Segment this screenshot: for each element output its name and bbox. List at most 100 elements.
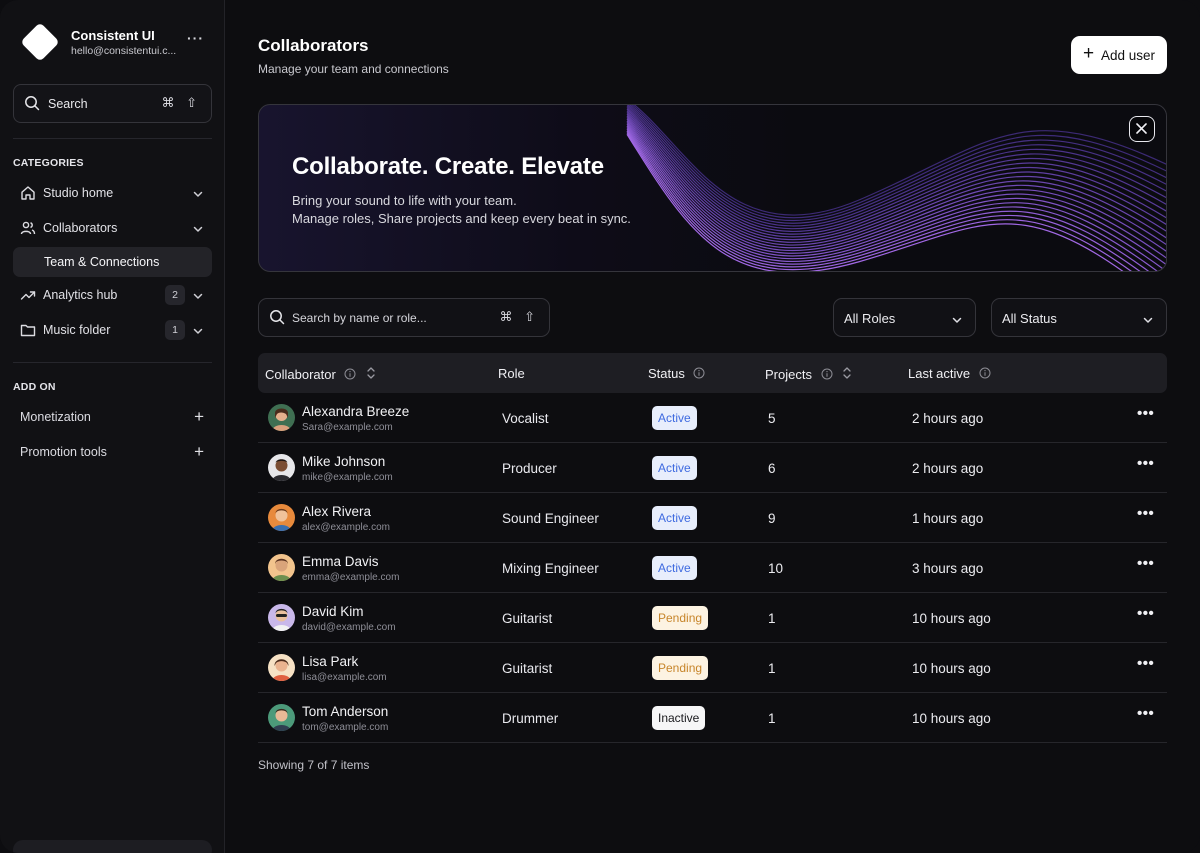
collaborator-name: Tom Anderson (302, 704, 389, 719)
page-subtitle: Manage your team and connections (258, 62, 449, 76)
sort-icon[interactable] (365, 366, 377, 383)
sidebar-item-studio-home[interactable]: Studio home (13, 178, 212, 208)
sidebar-item-collaborators[interactable]: Collaborators (13, 213, 212, 243)
collaborator-name: David Kim (302, 604, 364, 619)
sidebar-search[interactable]: Search ⌘ ⇧ (13, 84, 212, 123)
column-header-status[interactable]: Status (648, 366, 705, 382)
sidebar-item-label: Collaborators (43, 221, 118, 235)
logo-icon (20, 22, 60, 62)
more-horizontal-icon[interactable]: ••• (1137, 505, 1154, 522)
table-row[interactable]: Alexandra Breeze Sara@example.com Vocali… (258, 393, 1167, 443)
addon-item-monetization[interactable]: Monetization + (13, 402, 212, 432)
addon-label: ADD ON (13, 381, 56, 393)
search-icon (24, 95, 40, 116)
last-active: 10 hours ago (912, 711, 991, 726)
search-icon (269, 309, 285, 330)
addon-item-label: Promotion tools (20, 445, 107, 459)
table-row[interactable]: David Kim david@example.com Guitarist Pe… (258, 593, 1167, 643)
sidebar-search-label: Search (48, 97, 88, 111)
project-count: 1 (768, 661, 776, 676)
project-count: 5 (768, 411, 776, 426)
table-row[interactable]: Mike Johnson mike@example.com Producer A… (258, 443, 1167, 493)
column-header-collaborator[interactable]: Collaborator (265, 366, 377, 383)
close-icon[interactable] (1129, 116, 1155, 142)
info-icon (693, 367, 705, 382)
project-count: 10 (768, 561, 784, 576)
chevron-down-icon (192, 222, 204, 240)
info-icon (344, 368, 356, 383)
plus-icon: + (1083, 43, 1095, 64)
more-horizontal-icon[interactable]: ••• (1137, 555, 1154, 572)
collaborator-role: Mixing Engineer (502, 561, 599, 576)
table-row[interactable]: Tom Anderson tom@example.com Drummer Ina… (258, 693, 1167, 743)
info-icon (979, 367, 991, 382)
column-header-label: Status (648, 366, 685, 381)
more-horizontal-icon[interactable]: ··· (187, 30, 204, 46)
main-content: Collaborators Manage your team and conne… (226, 0, 1200, 853)
project-count: 1 (768, 711, 776, 726)
last-active: 3 hours ago (912, 561, 984, 576)
project-count: 6 (768, 461, 776, 476)
chevron-down-icon (192, 187, 204, 205)
sidebar-item-analytics-hub[interactable]: Analytics hub 2 (13, 280, 212, 310)
add-user-label: Add user (1101, 48, 1156, 63)
sidebar-item-label: Team & Connections (44, 255, 160, 269)
folder-icon (20, 322, 36, 343)
status-select[interactable]: All Status (991, 298, 1167, 337)
collaborator-email: tom@example.com (302, 722, 389, 733)
avatar (268, 654, 295, 681)
more-horizontal-icon[interactable]: ••• (1137, 605, 1154, 622)
pagination-summary: Showing 7 of 7 items (258, 758, 370, 772)
table-row[interactable]: Alex Rivera alex@example.com Sound Engin… (258, 493, 1167, 543)
sort-icon[interactable] (841, 366, 853, 383)
count-badge: 1 (165, 320, 185, 340)
waves-decoration (626, 105, 1166, 271)
app-window: Consistent UI hello@consistentui.c... ··… (0, 0, 1200, 853)
chevron-down-icon (951, 313, 963, 331)
roles-select[interactable]: All Roles (833, 298, 976, 337)
roles-select-value: All Roles (844, 311, 896, 326)
more-horizontal-icon[interactable]: ••• (1137, 455, 1154, 472)
users-icon (20, 220, 36, 241)
column-header-last-active[interactable]: Last active (908, 366, 991, 382)
table-search-input[interactable]: Search by name or role... ⌘ ⇧ (258, 298, 550, 337)
chevron-down-icon (1142, 313, 1154, 331)
status-badge: Inactive (652, 706, 706, 730)
collaborator-name: Mike Johnson (302, 454, 386, 469)
table-row[interactable]: Lisa Park lisa@example.com Guitarist Pen… (258, 643, 1167, 693)
more-horizontal-icon[interactable]: ••• (1137, 705, 1154, 722)
add-user-button[interactable]: + Add user (1071, 36, 1167, 74)
more-horizontal-icon[interactable]: ••• (1137, 405, 1154, 422)
workspace-switcher[interactable]: Consistent UI hello@consistentui.c... ··… (20, 22, 212, 64)
trending-up-icon (20, 287, 36, 308)
collaborator-email: emma@example.com (302, 572, 400, 583)
info-icon (821, 368, 833, 383)
collaborator-name: Emma Davis (302, 554, 379, 569)
sidebar-item-label: Studio home (43, 186, 114, 200)
last-active: 1 hours ago (912, 511, 984, 526)
shortcut-hint: ⌘ ⇧ (161, 95, 201, 110)
divider (13, 362, 212, 363)
addon-item-promotion-tools[interactable]: Promotion tools + (13, 437, 212, 467)
divider (13, 138, 212, 139)
status-badge: Pending (652, 656, 709, 680)
collaborator-role: Guitarist (502, 661, 553, 676)
banner-text-line: Bring your sound to life with your team. (292, 193, 517, 208)
plus-icon[interactable]: + (194, 443, 204, 460)
sidebar-bottom-card (13, 840, 212, 853)
sidebar-item-music-folder[interactable]: Music folder 1 (13, 315, 212, 345)
table-row[interactable]: Emma Davis emma@example.com Mixing Engin… (258, 543, 1167, 593)
plus-icon[interactable]: + (194, 408, 204, 425)
page-title: Collaborators (258, 36, 369, 55)
column-header-projects[interactable]: Projects (765, 366, 853, 383)
column-header-role[interactable]: Role (498, 366, 525, 381)
collaborator-email: mike@example.com (302, 472, 393, 483)
more-horizontal-icon[interactable]: ••• (1137, 655, 1154, 672)
sidebar-item-label: Analytics hub (43, 288, 118, 302)
count-badge: 2 (165, 285, 185, 305)
collaborator-email: david@example.com (302, 622, 396, 633)
avatar (268, 504, 295, 531)
sidebar-item-team-connections[interactable]: Team & Connections (13, 247, 212, 277)
collaborator-role: Sound Engineer (502, 511, 599, 526)
status-badge: Active (652, 506, 697, 530)
